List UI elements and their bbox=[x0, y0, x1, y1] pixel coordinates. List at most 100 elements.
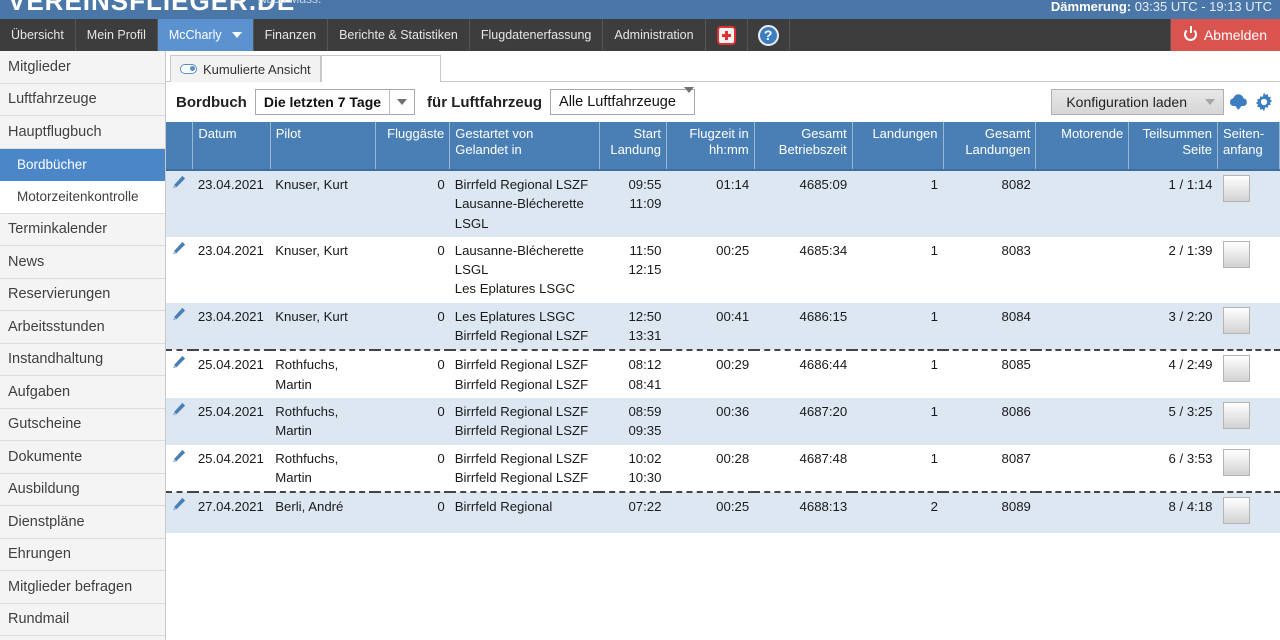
edit-row-button[interactable] bbox=[172, 241, 186, 260]
sidebar-item-luftfahrzeuge[interactable]: Luftfahrzeuge bbox=[0, 83, 165, 116]
col-header-gesamt-landungen[interactable]: Gesamt Landungen bbox=[943, 122, 1037, 171]
table-row[interactable]: 27.04.2021 Berli, André 0 Birrfeld Regional… bbox=[166, 491, 1280, 534]
cell-flugzeit: 00:25 bbox=[666, 491, 755, 534]
add-button[interactable] bbox=[706, 19, 748, 51]
cell-edit[interactable] bbox=[166, 170, 193, 237]
cell-seitenanfang[interactable] bbox=[1217, 302, 1280, 351]
seitenanfang-button[interactable] bbox=[1222, 240, 1250, 268]
tab-kumulierte-ansicht[interactable]: Kumulierte Ansicht bbox=[170, 55, 321, 82]
cloud-download-button[interactable] bbox=[1228, 93, 1249, 116]
table-row[interactable]: 25.04.2021 Rothfuchs, Martin 0 Birrfeld Reg… bbox=[166, 397, 1280, 445]
col-header-datum[interactable]: Datum bbox=[192, 122, 271, 171]
cell-edit[interactable] bbox=[166, 397, 193, 445]
nav-item-mein-profil[interactable]: Mein Profil bbox=[76, 19, 158, 51]
table-row[interactable]: 23.04.2021 Knuser, Kurt 0 Birrfeld Regional… bbox=[166, 170, 1280, 237]
aircraft-select[interactable]: Alle Luftfahrzeuge bbox=[550, 87, 695, 115]
cell-motorende bbox=[1035, 397, 1129, 445]
settings-button[interactable] bbox=[1254, 92, 1274, 117]
sidebar-item-rundmail[interactable]: Rundmail bbox=[0, 603, 165, 636]
col-header-edit[interactable] bbox=[166, 122, 194, 171]
sidebar-item-ehrungen[interactable]: Ehrungen bbox=[0, 538, 165, 571]
seitenanfang-button[interactable] bbox=[1222, 448, 1250, 476]
period-select[interactable]: Die letzten 7 Tage bbox=[254, 89, 416, 115]
sidebar-item-aufgaben[interactable]: Aufgaben bbox=[0, 376, 165, 409]
period-select-arrow[interactable] bbox=[389, 90, 415, 114]
table-row[interactable]: 25.04.2021 Rothfuchs, Martin 0 Birrfeld Reg… bbox=[166, 444, 1280, 493]
nav-label: Mein Profil bbox=[86, 28, 146, 42]
cell-start: 09:55 bbox=[628, 177, 662, 192]
cell-gestartet-von: Birrfeld Regional LSZF bbox=[454, 177, 589, 192]
col-header-pilot[interactable]: Pilot bbox=[270, 122, 376, 171]
app-banner: VEREINSFLIEGER.DE Nach Mass. Dämmerung: … bbox=[0, 0, 1280, 19]
col-header-gesamt-betriebszeit[interactable]: Gesamt Betriebszeit bbox=[754, 122, 853, 171]
cell-edit[interactable] bbox=[166, 349, 193, 398]
nav-item-berichte-statistiken[interactable]: Berichte & Statistiken bbox=[328, 19, 470, 51]
nav-item-mccharly[interactable]: McCharly bbox=[157, 19, 254, 51]
col-header-start-landung[interactable]: Start Landung bbox=[599, 122, 667, 171]
cell-edit[interactable] bbox=[166, 302, 193, 351]
sidebar-item-instandhaltung[interactable]: Instandhaltung bbox=[0, 343, 165, 376]
col-header-fluggaeste[interactable]: Fluggäste bbox=[375, 122, 451, 171]
table-row[interactable]: 23.04.2021 Knuser, Kurt 0 Les Eplatures LSG… bbox=[166, 302, 1280, 351]
nav-item-administration[interactable]: Administration bbox=[603, 19, 706, 51]
col-header-flugzeit[interactable]: Flugzeit in hh:mm bbox=[666, 122, 755, 171]
sidebar-item-arbeitsstunden[interactable]: Arbeitsstunden bbox=[0, 311, 165, 344]
cell-landung: 09:35 bbox=[628, 423, 662, 439]
cell-gestartet-von: Birrfeld Regional LSZF bbox=[454, 450, 589, 466]
edit-row-button[interactable] bbox=[172, 402, 186, 421]
col-header-teilsummen-seite[interactable]: Teilsummen Seite bbox=[1128, 122, 1218, 171]
seitenanfang-button[interactable] bbox=[1222, 497, 1250, 525]
seitenanfang-button[interactable] bbox=[1222, 306, 1250, 334]
sidebar-item-dienstplaene[interactable]: Dienstpläne bbox=[0, 506, 165, 539]
cell-airports: Les Eplatures LSGC Birrfeld Regional LSZF bbox=[449, 302, 600, 351]
cell-start: 10:02 bbox=[628, 450, 662, 466]
edit-row-button[interactable] bbox=[172, 175, 186, 194]
seitenanfang-button[interactable] bbox=[1222, 401, 1250, 429]
cell-seitenanfang[interactable] bbox=[1217, 349, 1280, 398]
nav-item-finanzen[interactable]: Finanzen bbox=[254, 19, 329, 51]
cell-edit[interactable] bbox=[166, 491, 193, 534]
col-header-seitenanfang[interactable]: Seiten-anfang bbox=[1217, 122, 1280, 171]
load-configuration-select[interactable]: Konfiguration laden bbox=[1051, 89, 1224, 115]
cell-seitenanfang[interactable] bbox=[1217, 397, 1280, 445]
table-row[interactable]: 25.04.2021 Rothfuchs, Martin 0 Birrfeld Reg… bbox=[166, 349, 1280, 398]
bordbuch-table-container[interactable]: Datum Pilot Fluggäste Gestartet von Gelan… bbox=[166, 122, 1280, 640]
edit-row-button[interactable] bbox=[172, 449, 186, 468]
sidebar-item-reservierungen[interactable]: Reservierungen bbox=[0, 278, 165, 311]
sidebar-item-news[interactable]: News bbox=[0, 246, 165, 279]
aircraft-select-arrow[interactable] bbox=[683, 87, 694, 111]
logout-button[interactable]: Abmelden bbox=[1170, 19, 1280, 51]
sidebar-item-bordbuecher[interactable]: Bordbücher bbox=[0, 148, 165, 181]
cell-seitenanfang[interactable] bbox=[1217, 491, 1280, 534]
sidebar-item-mitglieder-befragen[interactable]: Mitglieder befragen bbox=[0, 571, 165, 604]
edit-row-button[interactable] bbox=[172, 355, 186, 374]
col-header-gestartet-gelandet[interactable]: Gestartet von Gelandet in bbox=[449, 122, 600, 171]
cell-seitenanfang[interactable] bbox=[1217, 444, 1280, 493]
load-configuration-arrow[interactable] bbox=[1197, 90, 1223, 114]
sidebar-item-ausbildung[interactable]: Ausbildung bbox=[0, 473, 165, 506]
cell-pilot: Rothfuchs, Martin bbox=[270, 444, 376, 493]
cell-seitenanfang[interactable] bbox=[1217, 170, 1280, 237]
cell-gesamt-landungen: 8089 bbox=[943, 491, 1036, 534]
edit-row-button[interactable] bbox=[172, 307, 186, 326]
col-header-landungen[interactable]: Landungen bbox=[852, 122, 944, 171]
nav-item-flugdatenerfassung[interactable]: Flugdatenerfassung bbox=[470, 19, 604, 51]
sidebar-item-terminkalender[interactable]: Terminkalender bbox=[0, 213, 165, 246]
sidebar-item-label: Ehrungen bbox=[8, 546, 71, 563]
sidebar-item-lizenzerhalt[interactable]: Lizenzerhalt bbox=[0, 636, 165, 640]
cell-edit[interactable] bbox=[166, 444, 193, 493]
sidebar-item-gutscheine[interactable]: Gutscheine bbox=[0, 408, 165, 441]
nav-item-uebersicht[interactable]: Übersicht bbox=[0, 19, 76, 51]
edit-row-button[interactable] bbox=[172, 497, 186, 516]
sidebar-item-motorzeitenkontrolle[interactable]: Motorzeitenkontrolle bbox=[0, 181, 165, 214]
seitenanfang-button[interactable] bbox=[1222, 175, 1250, 202]
cell-edit[interactable] bbox=[166, 236, 193, 303]
col-header-motorende[interactable]: Motorende bbox=[1035, 122, 1130, 171]
sidebar-item-dokumente[interactable]: Dokumente bbox=[0, 441, 165, 474]
help-button[interactable]: ? bbox=[748, 19, 790, 51]
sidebar-item-mitglieder[interactable]: Mitglieder bbox=[0, 51, 165, 84]
sidebar-item-hauptflugbuch[interactable]: Hauptflugbuch bbox=[0, 116, 165, 149]
table-row[interactable]: 23.04.2021 Knuser, Kurt 0 Lausanne-Bléchere… bbox=[166, 236, 1280, 303]
seitenanfang-button[interactable] bbox=[1222, 355, 1250, 383]
cell-seitenanfang[interactable] bbox=[1217, 236, 1280, 303]
